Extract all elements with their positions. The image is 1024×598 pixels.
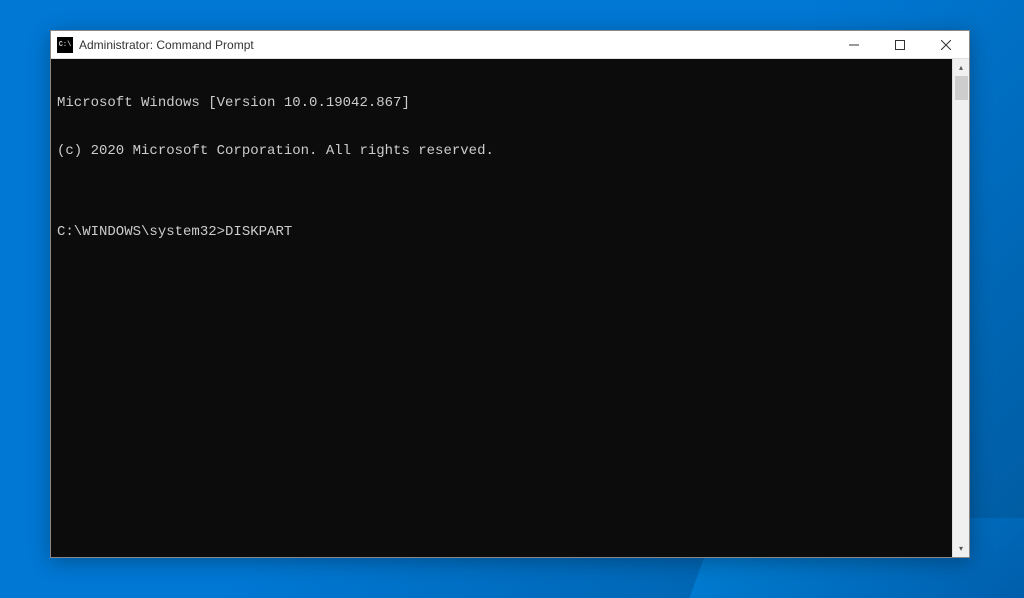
- close-button[interactable]: [923, 31, 969, 58]
- console-prompt-line: C:\WINDOWS\system32>DISKPART: [57, 224, 946, 240]
- scroll-down-arrow[interactable]: ▾: [953, 540, 969, 557]
- scroll-up-arrow[interactable]: ▴: [953, 59, 969, 76]
- titlebar[interactable]: C:\ Administrator: Command Prompt: [51, 31, 969, 59]
- console-command: DISKPART: [225, 224, 292, 240]
- maximize-button[interactable]: [877, 31, 923, 58]
- command-prompt-window: C:\ Administrator: Command Prompt Micros…: [50, 30, 970, 558]
- scrollbar-thumb[interactable]: [955, 76, 968, 100]
- close-icon: [941, 40, 951, 50]
- cmd-icon: C:\: [57, 37, 73, 53]
- window-title: Administrator: Command Prompt: [79, 38, 831, 52]
- window-controls: [831, 31, 969, 58]
- vertical-scrollbar[interactable]: ▴ ▾: [952, 59, 969, 557]
- console-prompt: C:\WINDOWS\system32>: [57, 224, 225, 240]
- minimize-icon: [849, 40, 859, 50]
- scrollbar-track[interactable]: [953, 76, 969, 540]
- maximize-icon: [895, 40, 905, 50]
- console-content[interactable]: Microsoft Windows [Version 10.0.19042.86…: [51, 59, 952, 557]
- console-line-copyright: (c) 2020 Microsoft Corporation. All righ…: [57, 143, 946, 159]
- console-line-version: Microsoft Windows [Version 10.0.19042.86…: [57, 95, 946, 111]
- minimize-button[interactable]: [831, 31, 877, 58]
- console-area: Microsoft Windows [Version 10.0.19042.86…: [51, 59, 969, 557]
